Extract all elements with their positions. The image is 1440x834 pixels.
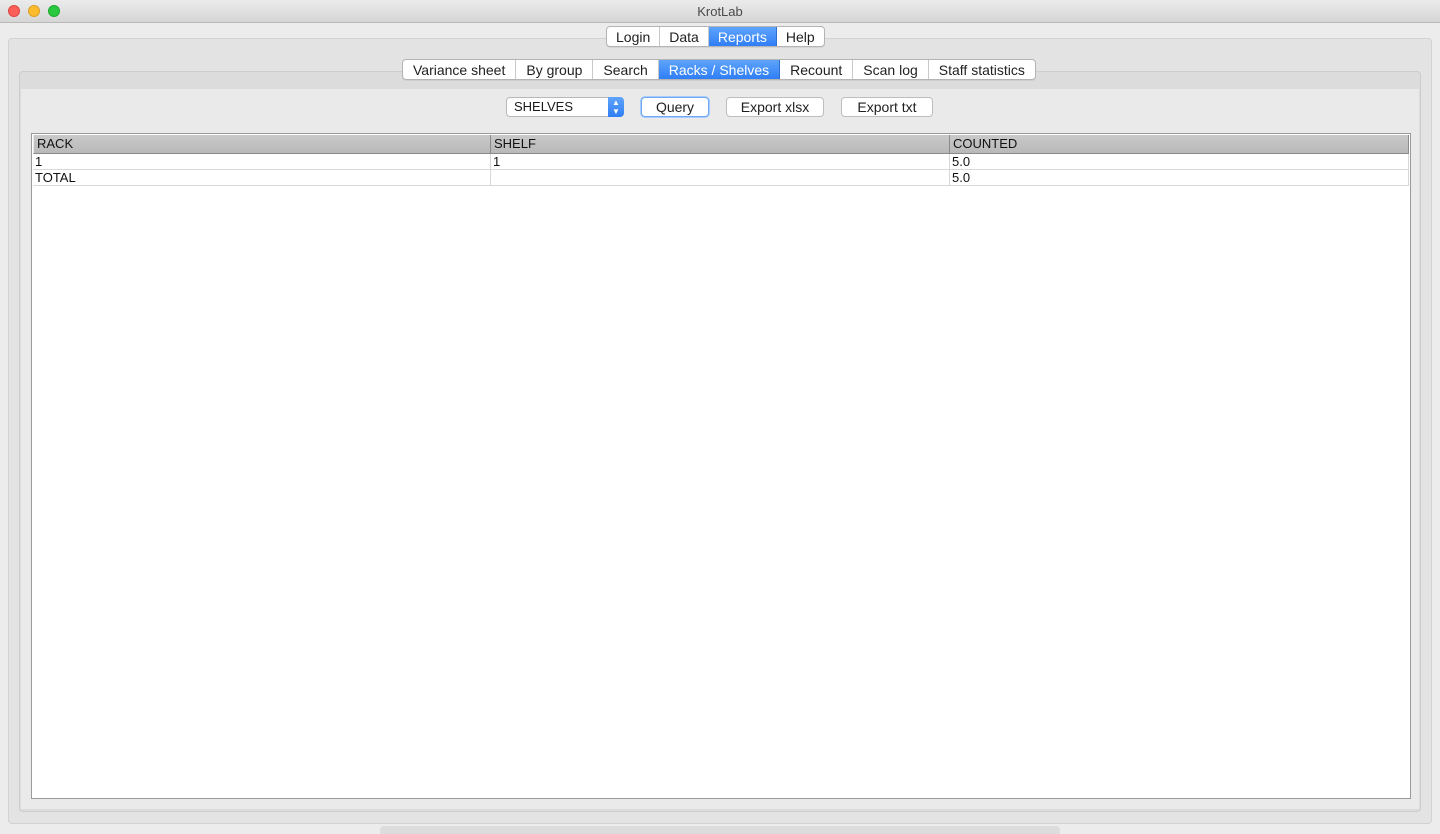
tab-recount[interactable]: Recount	[780, 60, 854, 79]
tab-staff-statistics[interactable]: Staff statistics	[929, 60, 1035, 79]
tab-help[interactable]: Help	[777, 27, 824, 46]
tab-search[interactable]: Search	[593, 60, 659, 79]
table-row[interactable]: 1 1 5.0	[33, 154, 1409, 170]
tab-login[interactable]: Login	[607, 27, 661, 46]
report-tab-bar: Variance sheet By group Search Racks / S…	[402, 59, 1036, 80]
column-header-counted[interactable]: COUNTED	[950, 135, 1409, 154]
tab-reports[interactable]: Reports	[708, 27, 777, 46]
table-cell[interactable]: 5.0	[950, 170, 1409, 186]
tab-data[interactable]: Data	[660, 27, 709, 46]
tab-scan-log[interactable]: Scan log	[853, 60, 929, 79]
table-header-row: RACK SHELF COUNTED	[33, 135, 1409, 154]
table-cell[interactable]: 1	[33, 154, 491, 170]
title-bar: KrotLab	[0, 0, 1440, 23]
export-txt-button[interactable]: Export txt	[841, 97, 933, 117]
table-cell[interactable]: 1	[491, 154, 950, 170]
mode-select[interactable]: SHELVES ▲ ▼	[506, 97, 624, 117]
results-grid: RACK SHELF COUNTED 1 1 5.0 TOTAL 5.0	[33, 135, 1409, 186]
window-bottom-edge	[380, 826, 1060, 834]
tab-by-group[interactable]: By group	[516, 60, 594, 79]
table-cell[interactable]	[491, 170, 950, 186]
table-cell[interactable]: 5.0	[950, 154, 1409, 170]
table-row-total[interactable]: TOTAL 5.0	[33, 170, 1409, 186]
main-tab-bar: Login Data Reports Help	[606, 26, 825, 47]
column-header-rack[interactable]: RACK	[33, 135, 491, 154]
tab-racks-shelves[interactable]: Racks / Shelves	[658, 60, 781, 79]
mode-select-value: SHELVES	[514, 99, 574, 114]
results-table[interactable]: RACK SHELF COUNTED 1 1 5.0 TOTAL 5.0	[31, 133, 1411, 799]
query-button[interactable]: Query	[641, 97, 709, 117]
window-title: KrotLab	[697, 4, 743, 19]
tab-variance-sheet[interactable]: Variance sheet	[403, 60, 517, 79]
export-xlsx-button[interactable]: Export xlsx	[726, 97, 824, 117]
column-header-shelf[interactable]: SHELF	[491, 135, 950, 154]
updown-chevron-icon: ▲ ▼	[608, 97, 624, 117]
table-cell[interactable]: TOTAL	[33, 170, 491, 186]
